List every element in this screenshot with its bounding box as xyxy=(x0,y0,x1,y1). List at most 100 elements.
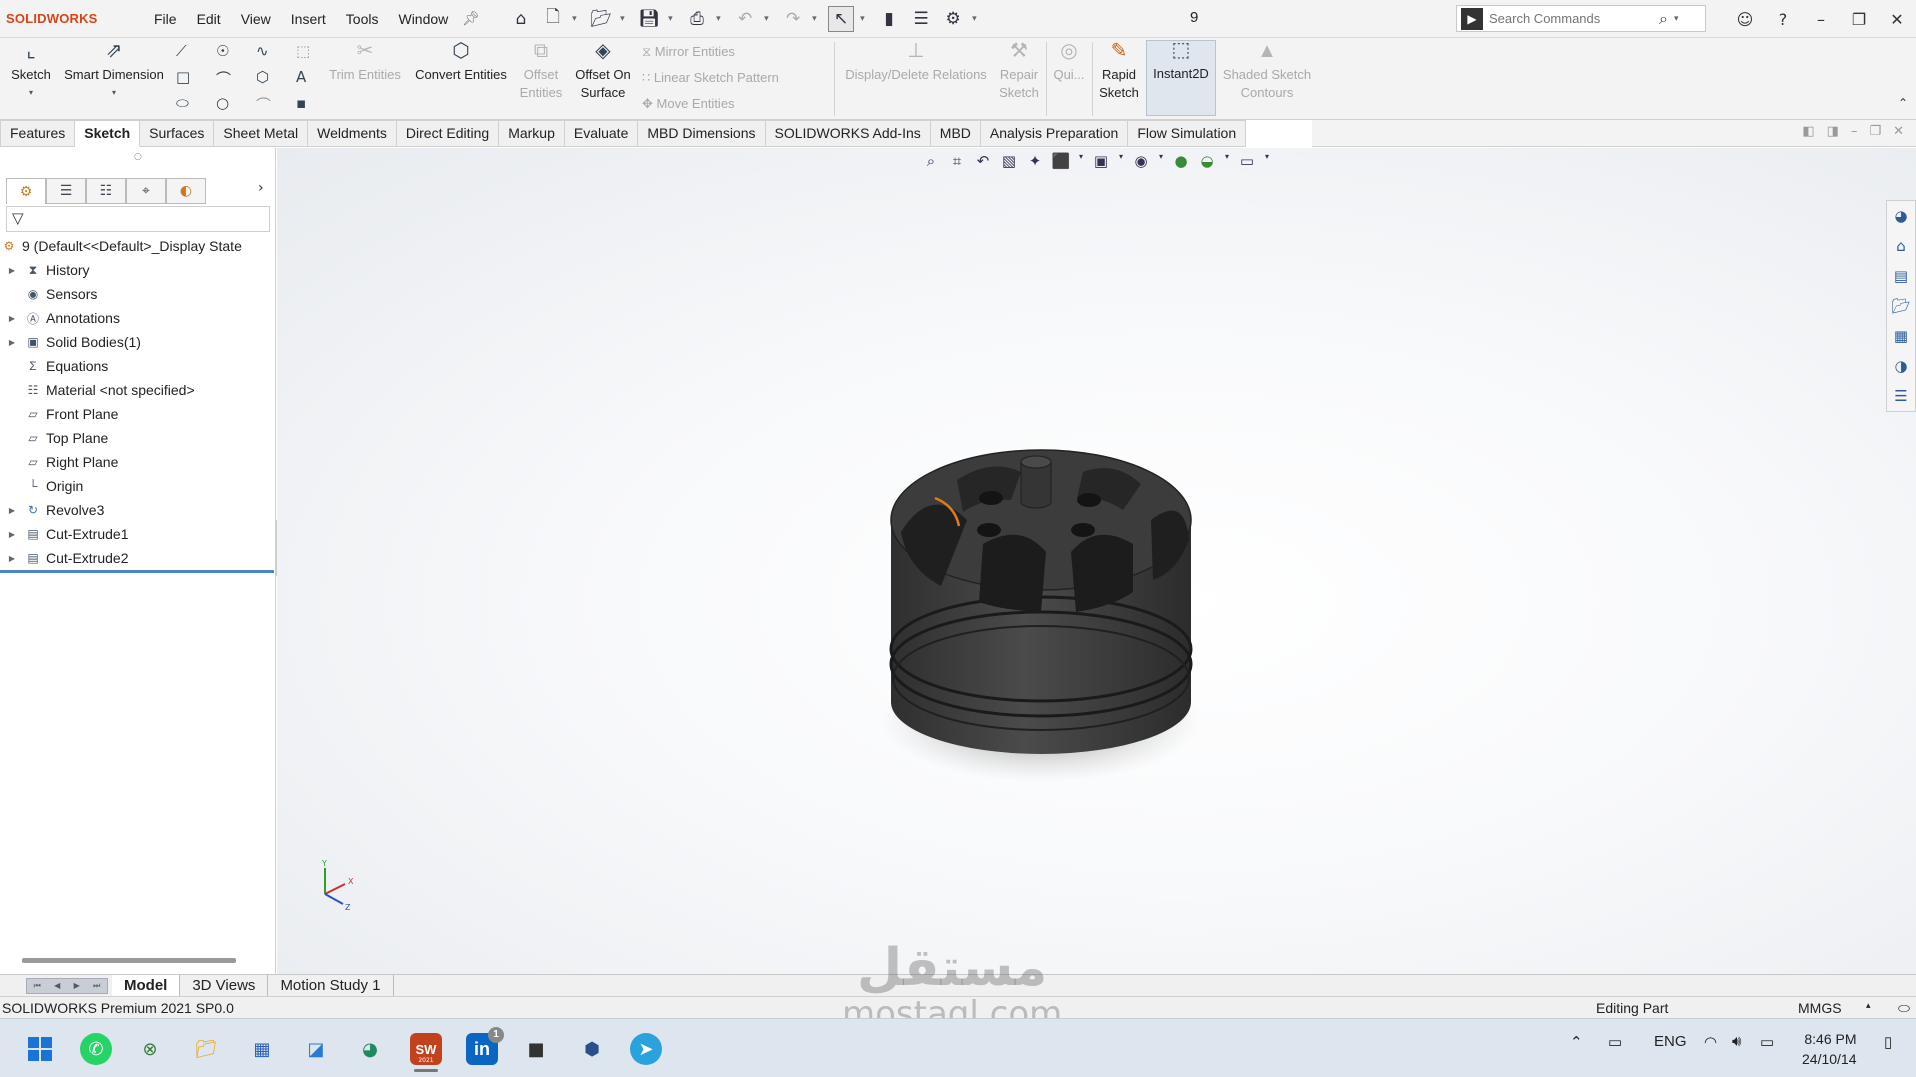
tab-sketch[interactable]: Sketch xyxy=(75,120,141,147)
tab-analysis-preparation[interactable]: Analysis Preparation xyxy=(980,120,1129,147)
wifi-icon[interactable]: ◠ xyxy=(1704,1033,1717,1051)
menu-file[interactable]: File xyxy=(146,9,185,29)
tab-features[interactable]: Features xyxy=(0,120,76,147)
instant2d-button[interactable]: ⬚ Instant2D xyxy=(1146,40,1216,116)
smart-dimension-button[interactable]: ⇗ Smart Dimension ▾ xyxy=(58,41,170,102)
sketch-button[interactable]: ⌞ Sketch ▾ xyxy=(6,41,56,102)
tab-flow-simulation[interactable]: Flow Simulation xyxy=(1128,120,1247,147)
menu-insert[interactable]: Insert xyxy=(283,9,334,29)
tab-direct-editing[interactable]: Direct Editing xyxy=(396,120,500,147)
offset-on-surface-button[interactable]: ◈ Offset On Surface xyxy=(570,41,636,102)
tree-item-cut-extrude2[interactable]: ▶ ▤ Cut-Extrude2 xyxy=(0,546,276,570)
arc-icon[interactable]: ⌒ xyxy=(216,68,231,89)
print-dropdown-icon[interactable]: ▾ xyxy=(716,14,726,24)
system-clock[interactable]: 8:46 PM 24/10/14 xyxy=(1802,1029,1857,1069)
dynamic-annotation-icon[interactable]: ✦ xyxy=(1025,152,1045,170)
tab-markup[interactable]: Markup xyxy=(499,120,565,147)
windows-start-icon[interactable] xyxy=(24,1033,56,1065)
home-icon[interactable]: ⌂ xyxy=(508,6,534,32)
tree-item-material[interactable]: ☷ Material <not specified> xyxy=(0,378,276,402)
tree-item-cut-extrude1[interactable]: ▶ ▤ Cut-Extrude1 xyxy=(0,522,276,546)
input-language[interactable]: ENG xyxy=(1654,1033,1687,1050)
expand-arrow-icon[interactable]: ▶ xyxy=(6,506,18,515)
expand-arrow-icon[interactable]: ▶ xyxy=(6,554,18,563)
dimxpert-manager-tab-icon[interactable]: ⌖ xyxy=(126,178,166,204)
convert-entities-button[interactable]: ⬡ Convert Entities xyxy=(410,41,512,84)
unit-system[interactable]: MMGS xyxy=(1798,1000,1842,1016)
restore-button[interactable]: ❐ xyxy=(1840,10,1878,29)
tile-left-icon[interactable]: ◧ xyxy=(1802,124,1814,139)
graphics-area[interactable]: ⌕ ⌗ ↶ ▧ ✦ ⬛ ▾ ▣ ▾ ◉ ▾ ● ◒ ▾ ▭ ▾ Y X Z ◕ … xyxy=(277,148,1916,974)
undo-dropdown-icon[interactable]: ▾ xyxy=(764,14,774,24)
expand-arrow-icon[interactable]: ▶ xyxy=(6,338,18,347)
menu-view[interactable]: View xyxy=(233,9,279,29)
xbox-icon[interactable]: ⊗ xyxy=(134,1033,166,1065)
rapid-sketch-button[interactable]: ✎ Rapid Sketch xyxy=(1096,41,1142,102)
file-explorer-icon[interactable]: 📁︎ xyxy=(190,1033,222,1065)
tab-mbd[interactable]: MBD xyxy=(930,120,981,147)
tree-item-solid-bodies[interactable]: ▶ ▣ Solid Bodies(1) xyxy=(0,330,276,354)
tab-mbd-dimensions[interactable]: MBD Dimensions xyxy=(638,120,766,147)
horizontal-scrollbar[interactable] xyxy=(22,958,236,963)
show-hidden-icons-chevron-icon[interactable]: ⌃ xyxy=(1570,1033,1583,1051)
redo-dropdown-icon[interactable]: ▾ xyxy=(812,14,822,24)
search-input[interactable] xyxy=(1489,11,1659,26)
repair-sketch-button[interactable]: ⚒ Repair Sketch xyxy=(996,41,1042,102)
edit-appearance-icon[interactable]: ● xyxy=(1171,152,1191,170)
last-tab-icon[interactable]: ⏭ xyxy=(93,981,100,991)
tile-right-icon[interactable]: ◨ xyxy=(1827,124,1839,139)
menu-edit[interactable]: Edit xyxy=(189,9,229,29)
line-icon[interactable]: ⟋ xyxy=(176,42,187,60)
tab-model[interactable]: Model xyxy=(112,974,181,997)
shaded-sketch-contours-button[interactable]: ▲ Shaded Sketch Contours xyxy=(1220,41,1314,102)
undo-icon[interactable]: ↶ xyxy=(732,6,758,32)
options-gear-icon[interactable]: ⚙ xyxy=(940,6,966,32)
section-view-icon[interactable]: ▧ xyxy=(999,152,1019,170)
display-style-icon[interactable]: ▣ xyxy=(1091,152,1111,170)
app-window-icon[interactable]: ■ xyxy=(520,1033,552,1065)
move-entities-button[interactable]: ✥ Move Entities xyxy=(642,96,735,112)
sketch-fillet-icon[interactable]: ⌒ xyxy=(256,94,271,115)
tree-item-equations[interactable]: Σ Equations xyxy=(0,354,276,378)
collapse-ribbon-icon[interactable]: ⌃ xyxy=(1898,96,1908,110)
property-manager-tab-icon[interactable]: ☰ xyxy=(46,178,86,204)
tooltip-icon[interactable]: ⬭ xyxy=(1898,1000,1910,1017)
polygon-icon[interactable]: ⬡ xyxy=(256,68,269,86)
custom-properties-icon[interactable]: ☰ xyxy=(1887,381,1915,411)
tree-item-right-plane[interactable]: ▱ Right Plane xyxy=(0,450,276,474)
redo-icon[interactable]: ↷ xyxy=(780,6,806,32)
mirror-entities-button[interactable]: ⧖ Mirror Entities xyxy=(642,44,735,60)
view-settings-dropdown-icon[interactable]: ▾ xyxy=(1263,152,1271,170)
apply-scene-icon[interactable]: ◒ xyxy=(1197,152,1217,170)
tree-item-sensors[interactable]: ◉ Sensors xyxy=(0,282,276,306)
expand-arrow-icon[interactable]: ▶ xyxy=(6,530,18,539)
expand-arrow-icon[interactable]: ▶ xyxy=(6,266,18,275)
scene-dropdown-icon[interactable]: ▾ xyxy=(1223,152,1231,170)
trim-entities-button[interactable]: ✂ Trim Entities xyxy=(324,41,406,84)
vpn-app-icon[interactable]: ⬢ xyxy=(576,1033,608,1065)
battery-icon[interactable]: ▭ xyxy=(1760,1033,1774,1051)
user-account-icon[interactable]: ☺ xyxy=(1726,10,1764,29)
design-library-icon[interactable]: ▤ xyxy=(1887,261,1915,291)
view-orientation-dropdown-icon[interactable]: ▾ xyxy=(1077,152,1085,170)
view-settings-icon[interactable]: ▭ xyxy=(1237,152,1257,170)
select-dropdown-icon[interactable]: ▾ xyxy=(860,14,870,24)
tab-weldments[interactable]: Weldments xyxy=(308,120,397,147)
tree-item-top-plane[interactable]: ▱ Top Plane xyxy=(0,426,276,450)
search-icon[interactable]: ⌕ xyxy=(1659,9,1668,29)
prev-tab-icon[interactable]: ◀ xyxy=(54,981,60,990)
tree-filter[interactable]: ▽ xyxy=(6,206,270,232)
sketch-dropdown-icon[interactable]: ▾ xyxy=(6,84,56,102)
zoom-to-fit-icon[interactable]: ⌕ xyxy=(921,152,941,170)
first-tab-icon[interactable]: ⏮ xyxy=(34,981,41,991)
text-icon[interactable]: A xyxy=(296,68,306,86)
next-tab-icon[interactable]: ▶ xyxy=(74,981,80,990)
save-dropdown-icon[interactable]: ▾ xyxy=(668,14,678,24)
circle-icon[interactable]: ☉ xyxy=(216,42,229,60)
panel-grip-icon[interactable]: ○ xyxy=(134,152,142,162)
appearances-icon[interactable]: ◑ xyxy=(1887,351,1915,381)
help-icon[interactable]: ? xyxy=(1764,10,1802,29)
display-delete-relations-button[interactable]: ⊥ Display/Delete Relations xyxy=(840,41,992,84)
tab-surfaces[interactable]: Surfaces xyxy=(140,120,215,147)
whatsapp-icon[interactable]: ✆ xyxy=(80,1033,112,1065)
